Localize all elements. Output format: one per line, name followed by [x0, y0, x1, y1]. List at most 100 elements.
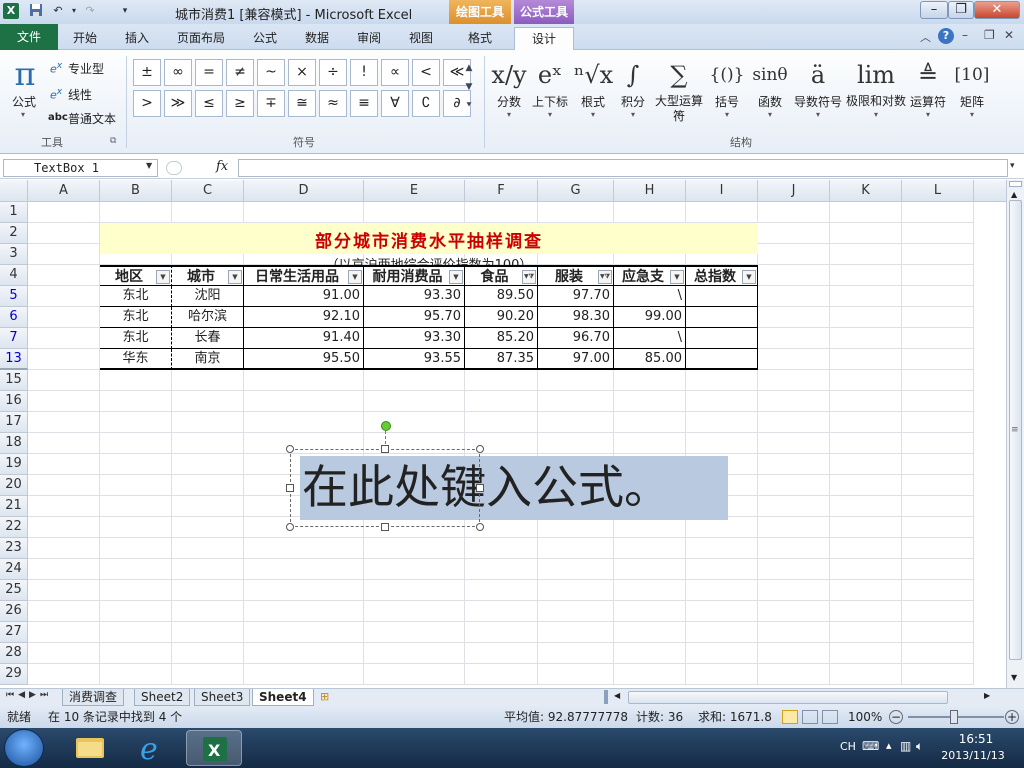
insert-sheet-icon[interactable]: ⊞ [320, 690, 329, 703]
grid-cell[interactable] [758, 412, 830, 433]
table-cell[interactable]: 93.30 [364, 286, 465, 307]
grid-cell[interactable] [902, 496, 974, 517]
resize-handle[interactable] [381, 445, 389, 453]
tab-home[interactable]: 开始 [62, 27, 108, 50]
zoom-out-icon[interactable]: − [889, 710, 903, 724]
grid-cell[interactable] [172, 643, 244, 664]
grid-cell[interactable] [830, 580, 902, 601]
grid-cell[interactable] [902, 328, 974, 349]
symbol-button[interactable]: ≈ [319, 90, 347, 117]
collapse-ribbon-icon[interactable]: ︿ [920, 29, 931, 45]
grid-cell[interactable] [902, 517, 974, 538]
table-cell[interactable]: 90.20 [465, 307, 538, 328]
grid-cell[interactable] [172, 538, 244, 559]
sheet-tab-1[interactable]: 消费调查 [62, 689, 125, 706]
workbook-minimize-icon[interactable]: – [962, 28, 968, 42]
scroll-left-icon[interactable]: ◀ [614, 691, 620, 700]
zoom-slider-thumb[interactable] [950, 710, 958, 724]
symbol-button[interactable]: ≤ [195, 90, 223, 117]
grid-cell[interactable] [364, 580, 465, 601]
grid-cell[interactable] [686, 538, 758, 559]
column-header-F[interactable]: F [465, 180, 538, 202]
symbol-button[interactable]: × [288, 59, 316, 86]
horizontal-scroll-thumb[interactable] [628, 691, 948, 704]
grid-cell[interactable] [686, 580, 758, 601]
grid-cell[interactable] [538, 433, 614, 454]
table-cell[interactable]: 93.30 [364, 328, 465, 349]
grid-cell[interactable] [902, 265, 974, 286]
symbol-button[interactable]: ≠ [226, 59, 254, 86]
table-cell[interactable]: 89.50 [465, 286, 538, 307]
row-header-27[interactable]: 27 [0, 622, 28, 643]
grid-cell[interactable] [538, 580, 614, 601]
grid-cell[interactable] [686, 433, 758, 454]
row-header-4[interactable]: 4 [0, 265, 28, 286]
column-header-E[interactable]: E [364, 180, 465, 202]
table-cell[interactable]: 哈尔滨 [172, 307, 244, 328]
symbol-button[interactable]: ∓ [257, 90, 285, 117]
grid-cell[interactable] [830, 559, 902, 580]
grid-cell[interactable] [614, 601, 686, 622]
grid-cell[interactable] [830, 475, 902, 496]
resize-handle[interactable] [286, 445, 294, 453]
table-cell[interactable]: 99.00 [614, 307, 686, 328]
table-cell[interactable]: 97.70 [538, 286, 614, 307]
structure-script-button[interactable]: eˣ 上下标 ▾ [530, 56, 570, 120]
formula-input[interactable] [238, 159, 1008, 177]
symbol-button[interactable]: ∝ [381, 59, 409, 86]
volume-icon[interactable]: 🔈︎ [916, 739, 923, 754]
table-cell[interactable]: \ [614, 328, 686, 349]
grid-cell[interactable] [364, 370, 465, 391]
grid-cell[interactable] [244, 412, 364, 433]
grid-cell[interactable] [758, 202, 830, 223]
redo-icon[interactable]: ↷ [82, 3, 98, 19]
help-icon[interactable]: ? [938, 28, 954, 44]
scroll-right-icon[interactable]: ▶ [984, 691, 990, 700]
sheet-nav-icons[interactable]: ⏮◀▶⏭ [6, 690, 52, 700]
grid-cell[interactable] [172, 517, 244, 538]
grid-cell[interactable] [686, 664, 758, 685]
grid-cell[interactable] [172, 496, 244, 517]
row-header-18[interactable]: 18 [0, 433, 28, 454]
grid-cell[interactable] [244, 622, 364, 643]
worksheet-grid[interactable]: ABCDEFGHIJKL 1 2 3 4 5 6 7 13 15 16 17 18 19 20 21 22 23… [0, 180, 1006, 688]
table-cell[interactable]: 91.00 [244, 286, 364, 307]
filter-dropdown-icon[interactable]: ▼ [742, 270, 756, 284]
grid-cell[interactable] [830, 286, 902, 307]
column-header-D[interactable]: D [244, 180, 364, 202]
grid-cell[interactable] [244, 538, 364, 559]
grid-cell[interactable] [28, 349, 100, 370]
grid-cell[interactable] [686, 622, 758, 643]
table-cell[interactable]: 东北 [100, 328, 172, 349]
grid-cell[interactable] [902, 454, 974, 475]
grid-cell[interactable] [686, 559, 758, 580]
grid-cell[interactable] [364, 622, 465, 643]
grid-cell[interactable] [172, 370, 244, 391]
structure-large-operator-button[interactable]: ∑ 大型运算符 ▾ [654, 56, 704, 123]
grid-cell[interactable] [100, 643, 172, 664]
zoom-level[interactable]: 100% [848, 706, 882, 728]
grid-cell[interactable] [902, 433, 974, 454]
grid-cell[interactable] [538, 202, 614, 223]
grid-cell[interactable] [686, 202, 758, 223]
grid-cell[interactable] [902, 559, 974, 580]
grid-cell[interactable] [100, 580, 172, 601]
row-header-6[interactable]: 6 [0, 307, 28, 328]
grid-cell[interactable] [172, 202, 244, 223]
grid-cell[interactable] [758, 433, 830, 454]
grid-cell[interactable] [538, 559, 614, 580]
name-box[interactable]: TextBox 1 [3, 159, 158, 177]
grid-cell[interactable] [758, 244, 830, 265]
tab-format[interactable]: 格式 [456, 27, 504, 50]
notification-arrow-icon[interactable]: ▴ [886, 739, 892, 752]
resize-handle[interactable] [381, 523, 389, 531]
structure-accent-button[interactable]: ä 导数符号 ▾ [792, 56, 844, 120]
tab-formulas[interactable]: 公式 [242, 27, 288, 50]
grid-cell[interactable] [28, 223, 100, 244]
symbol-button[interactable]: ≅ [288, 90, 316, 117]
grid-cell[interactable] [830, 664, 902, 685]
column-header-A[interactable]: A [28, 180, 100, 202]
grid-cell[interactable] [364, 538, 465, 559]
grid-cell[interactable] [538, 622, 614, 643]
grid-cell[interactable] [28, 433, 100, 454]
